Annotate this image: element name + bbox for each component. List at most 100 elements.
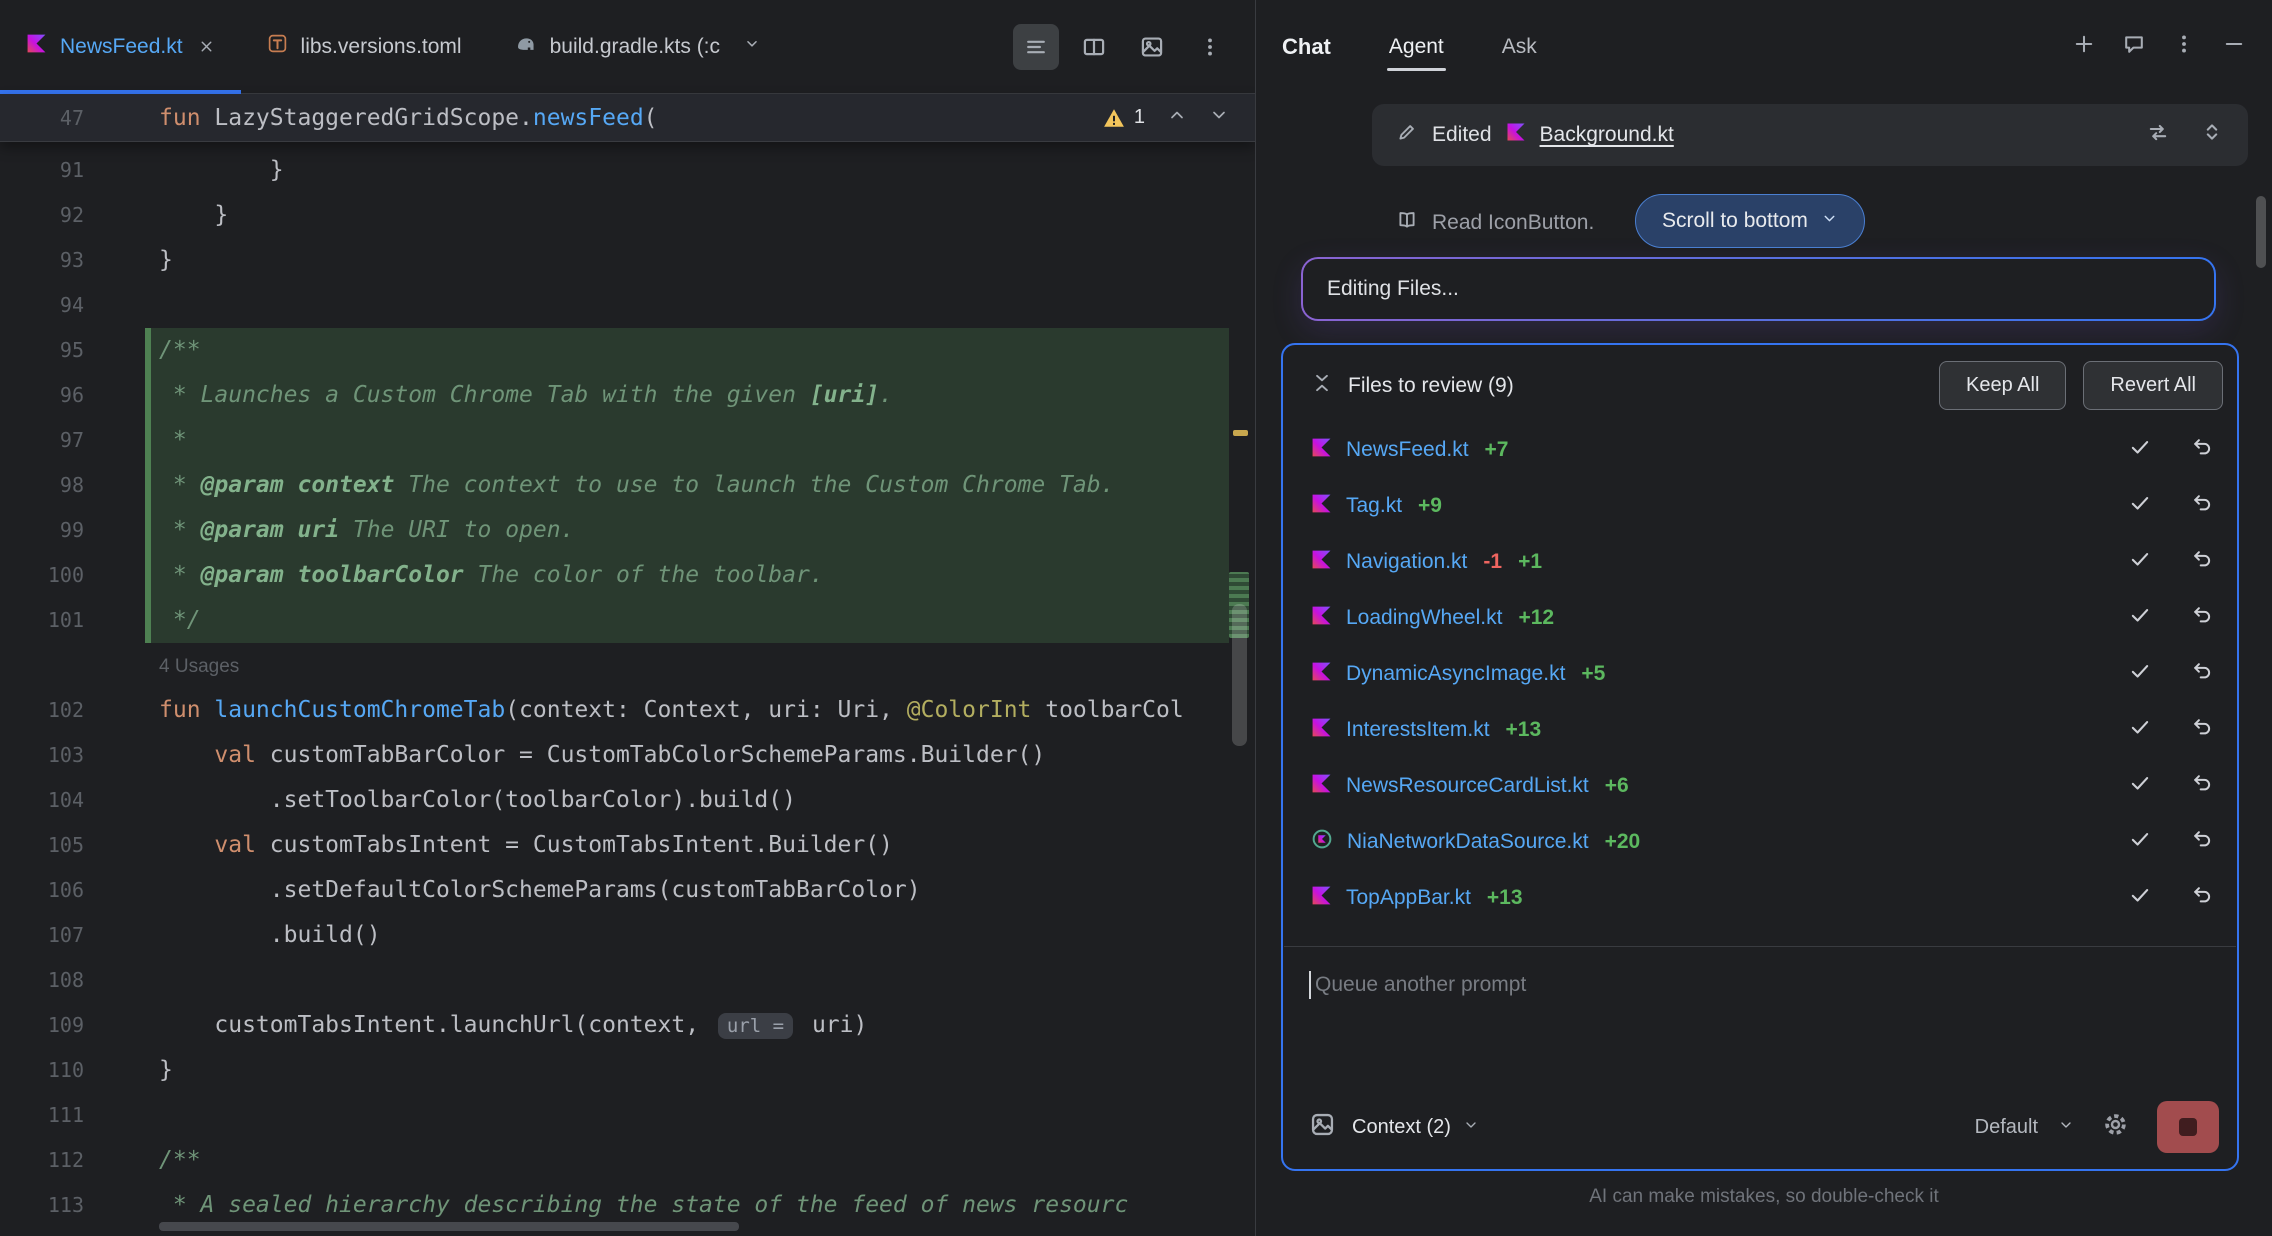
code-line[interactable]: 102fun launchCustomChromeTab(context: Co… [0, 688, 1255, 733]
code-line[interactable]: 94 [0, 283, 1255, 328]
warning-badge[interactable]: 1 [1103, 106, 1145, 129]
chevron-down-icon[interactable] [1463, 1117, 1479, 1138]
code-line[interactable]: 97 * [0, 418, 1255, 463]
chevron-up-icon[interactable] [1167, 105, 1187, 130]
file-link[interactable]: DynamicAsyncImage.kt [1346, 662, 1565, 686]
edited-file-card[interactable]: Edited Background.kt [1372, 104, 2248, 166]
code-line[interactable]: 4 Usages [0, 643, 1255, 688]
kebab-menu-icon[interactable] [2172, 32, 2196, 61]
code-line[interactable]: 98 * @param context The context to use t… [0, 463, 1255, 508]
file-link[interactable]: TopAppBar.kt [1346, 886, 1471, 910]
file-link[interactable]: NewsResourceCardList.kt [1346, 774, 1589, 798]
keep-file-icon[interactable] [2129, 660, 2151, 688]
editor-tab-build-gradle[interactable]: build.gradle.kts (:c [488, 0, 787, 93]
revert-file-icon[interactable] [2191, 660, 2213, 688]
context-selector[interactable]: Context (2) [1352, 1116, 1451, 1139]
code-line[interactable]: 100 * @param toolbarColor The color of t… [0, 553, 1255, 598]
minimize-icon[interactable] [2222, 32, 2246, 61]
code-line[interactable]: 106 .setDefaultColorSchemeParams(customT… [0, 868, 1255, 913]
code-line[interactable]: 104 .setToolbarColor(toolbarColor).build… [0, 778, 1255, 823]
revert-file-icon[interactable] [2191, 828, 2213, 856]
edited-file-link[interactable]: Background.kt [1540, 123, 1674, 147]
read-file-row[interactable]: Read IconButton. [1396, 198, 1594, 248]
code-line[interactable]: 92 } [0, 193, 1255, 238]
file-review-row[interactable]: NewsResourceCardList.kt+6 [1283, 758, 2237, 814]
file-link[interactable]: Navigation.kt [1346, 550, 1467, 574]
code-line[interactable]: 93} [0, 238, 1255, 283]
file-review-row[interactable]: DynamicAsyncImage.kt+5 [1283, 646, 2237, 702]
file-link[interactable]: NiaNetworkDataSource.kt [1347, 830, 1589, 854]
prompt-input[interactable]: Queue another prompt [1309, 971, 1526, 999]
split-editor-button[interactable] [1071, 24, 1117, 70]
keep-file-icon[interactable] [2129, 772, 2151, 800]
keep-file-icon[interactable] [2129, 828, 2151, 856]
collapse-icon[interactable] [1311, 372, 1333, 399]
revert-file-icon[interactable] [2191, 884, 2213, 912]
tab-agent[interactable]: Agent [1389, 35, 1444, 59]
code-line[interactable]: 107 .build() [0, 913, 1255, 958]
diff-icon[interactable] [2146, 120, 2170, 150]
file-link[interactable]: LoadingWheel.kt [1346, 606, 1502, 630]
editor-vertical-scrollbar[interactable] [1232, 604, 1247, 746]
tab-chat[interactable]: Chat [1282, 34, 1331, 60]
code-line[interactable]: 103 val customTabBarColor = CustomTabCol… [0, 733, 1255, 778]
code-line[interactable]: 101 */ [0, 598, 1255, 643]
chevron-down-icon[interactable] [2058, 1117, 2074, 1138]
close-icon[interactable] [198, 38, 215, 55]
code-line[interactable]: 112/** [0, 1138, 1255, 1183]
conversation-icon[interactable] [2122, 32, 2146, 61]
editor-tab-libs-versions[interactable]: libs.versions.toml [241, 0, 488, 93]
revert-file-icon[interactable] [2191, 436, 2213, 464]
sticky-code-line[interactable]: 47 fun LazyStaggeredGridScope.newsFeed( … [0, 94, 1255, 142]
code-line[interactable]: 108 [0, 958, 1255, 1003]
keep-file-icon[interactable] [2129, 604, 2151, 632]
file-review-row[interactable]: Tag.kt+9 [1283, 478, 2237, 534]
stop-button[interactable] [2157, 1101, 2219, 1153]
file-review-row[interactable]: Navigation.kt-1+1 [1283, 534, 2237, 590]
code-line[interactable]: 95/** [0, 328, 1255, 373]
kebab-menu-icon[interactable] [1187, 24, 1233, 70]
code-line[interactable]: 91 } [0, 148, 1255, 193]
file-review-row[interactable]: NiaNetworkDataSource.kt+20 [1283, 814, 2237, 870]
code-line[interactable]: 113 * A sealed hierarchy describing the … [0, 1183, 1255, 1228]
code-line[interactable]: 105 val customTabsIntent = CustomTabsInt… [0, 823, 1255, 868]
code-line[interactable]: 110} [0, 1048, 1255, 1093]
model-selector[interactable]: Default [1975, 1116, 2038, 1139]
file-review-row[interactable]: NewsFeed.kt+7 [1283, 422, 2237, 478]
file-link[interactable]: InterestsItem.kt [1346, 718, 1490, 742]
revert-all-button[interactable]: Revert All [2083, 361, 2223, 410]
preview-image-button[interactable] [1129, 24, 1175, 70]
keep-file-icon[interactable] [2129, 884, 2151, 912]
code-line[interactable]: 111 [0, 1093, 1255, 1138]
code-line[interactable]: 99 * @param uri The URI to open. [0, 508, 1255, 553]
revert-file-icon[interactable] [2191, 772, 2213, 800]
file-link[interactable]: NewsFeed.kt [1346, 438, 1469, 462]
editor-tab-newsfeed[interactable]: NewsFeed.kt [0, 0, 241, 93]
code-line[interactable]: 96 * Launches a Custom Chrome Tab with t… [0, 373, 1255, 418]
chevron-down-icon[interactable] [743, 35, 761, 59]
revert-file-icon[interactable] [2191, 548, 2213, 576]
keep-all-button[interactable]: Keep All [1939, 361, 2066, 410]
file-review-row[interactable]: InterestsItem.kt+13 [1283, 702, 2237, 758]
file-review-row[interactable]: LoadingWheel.kt+12 [1283, 590, 2237, 646]
gear-icon[interactable] [2102, 1111, 2129, 1143]
keep-file-icon[interactable] [2129, 548, 2151, 576]
keep-file-icon[interactable] [2129, 492, 2151, 520]
file-review-row[interactable]: TopAppBar.kt+13 [1283, 870, 2237, 926]
code-line[interactable]: 109 customTabsIntent.launchUrl(context, … [0, 1003, 1255, 1048]
revert-file-icon[interactable] [2191, 716, 2213, 744]
file-link[interactable]: Tag.kt [1346, 494, 1402, 518]
keep-file-icon[interactable] [2129, 716, 2151, 744]
context-attach-icon[interactable] [1309, 1111, 1336, 1143]
keep-file-icon[interactable] [2129, 436, 2151, 464]
tab-ask[interactable]: Ask [1502, 35, 1537, 59]
code-editor[interactable]: 91 }92 }93}9495/**96 * Launches a Custom… [0, 142, 1255, 1228]
list-view-button[interactable] [1013, 24, 1059, 70]
chat-scrollbar[interactable] [2256, 196, 2266, 268]
chevron-down-icon[interactable] [1209, 105, 1229, 130]
scroll-to-bottom-button[interactable]: Scroll to bottom [1635, 194, 1865, 248]
plus-icon[interactable] [2072, 32, 2096, 61]
expand-icon[interactable] [2200, 120, 2224, 150]
revert-file-icon[interactable] [2191, 492, 2213, 520]
revert-file-icon[interactable] [2191, 604, 2213, 632]
